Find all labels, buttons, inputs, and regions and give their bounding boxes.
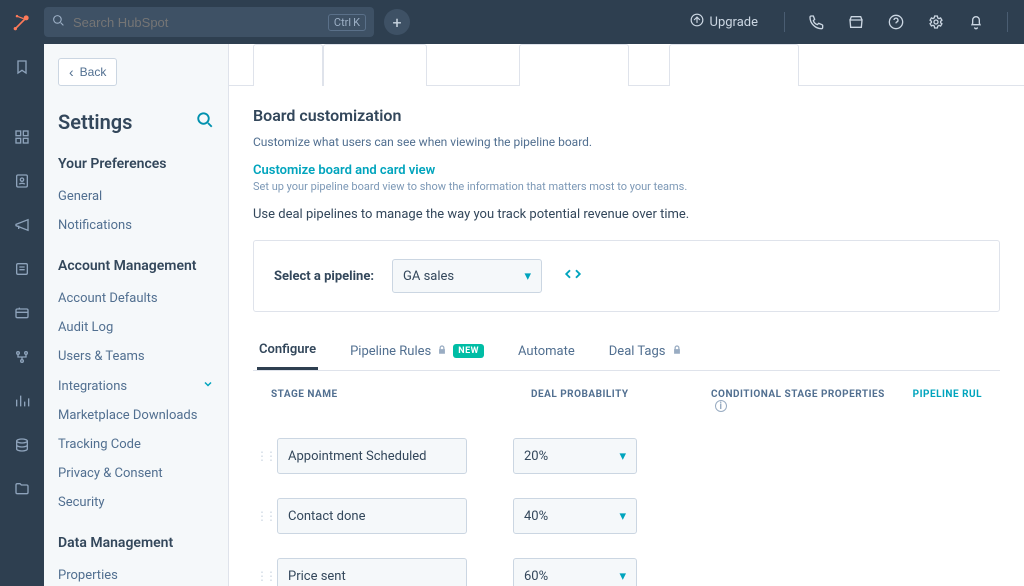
sidebar-item[interactable]: Tracking Code	[58, 430, 214, 459]
divider	[784, 12, 785, 32]
upgrade-link[interactable]: Upgrade	[680, 13, 768, 31]
sidebar-item[interactable]: Marketplace Downloads	[58, 401, 214, 430]
back-button[interactable]: Back	[58, 58, 117, 86]
breadcrumb-tabs-placeholder	[229, 44, 1024, 86]
create-button[interactable]: +	[384, 9, 410, 35]
info-icon[interactable]: i	[715, 400, 727, 412]
board-customization-desc: Customize what users can see when viewin…	[253, 135, 1000, 149]
col-conditional-props: CONDITIONAL STAGE PROPERTIESi	[711, 389, 891, 412]
pipeline-select-label: Select a pipeline:	[274, 269, 374, 284]
stage-row: ⋮⋮Appointment Scheduled 20%	[253, 426, 1000, 486]
data-icon[interactable]	[7, 430, 37, 460]
lock-icon	[437, 345, 447, 358]
stage-name-input[interactable]: Price sent	[277, 558, 467, 586]
search-input[interactable]	[73, 15, 320, 30]
deal-probability-select[interactable]: 40%	[513, 498, 637, 534]
icon-rail	[0, 44, 44, 586]
table-header: STAGE NAME DEAL PROBABILITY CONDITIONAL …	[253, 375, 1000, 426]
settings-title: Settings	[58, 110, 132, 134]
bookmark-icon[interactable]	[7, 52, 37, 82]
upgrade-icon	[690, 13, 704, 31]
commerce-icon[interactable]	[7, 298, 37, 328]
contacts-icon[interactable]	[7, 166, 37, 196]
marketplace-icon[interactable]	[841, 7, 871, 37]
settings-search-icon[interactable]	[196, 111, 214, 133]
sidebar-section-heading: Data Management	[58, 535, 214, 551]
notifications-bell-icon[interactable]	[961, 7, 991, 37]
chevron-down-icon	[524, 269, 531, 284]
stage-name-input[interactable]: Appointment Scheduled	[277, 438, 467, 474]
stage-row: ⋮⋮Price sent 60%	[253, 546, 1000, 586]
sidebar-item[interactable]: Audit Log	[58, 313, 214, 342]
sidebar-item[interactable]: Notifications	[58, 211, 214, 240]
divider	[1007, 12, 1008, 32]
search-icon	[52, 14, 65, 31]
drag-handle-icon[interactable]: ⋮⋮	[253, 569, 277, 583]
tab-deal-tags[interactable]: Deal Tags	[607, 332, 684, 370]
tab-pipeline-rules[interactable]: Pipeline Rules NEW	[348, 332, 486, 370]
top-bar: CtrlK + Upgrade	[0, 0, 1024, 44]
global-search[interactable]: CtrlK	[44, 7, 374, 37]
automation-icon[interactable]	[7, 342, 37, 372]
sidebar-item[interactable]: Privacy & Consent	[58, 459, 214, 488]
sidebar-item[interactable]: Integrations	[58, 371, 214, 401]
customize-board-sub: Set up your pipeline board view to show …	[253, 180, 1000, 193]
stage-name-input[interactable]: Contact done	[277, 498, 467, 534]
marketing-icon[interactable]	[7, 210, 37, 240]
sidebar-section-heading: Your Preferences	[58, 156, 214, 172]
pipeline-selector-box: Select a pipeline: GA sales	[253, 240, 1000, 312]
deal-probability-select[interactable]: 20%	[513, 438, 637, 474]
main-content: Board customization Customize what users…	[229, 44, 1024, 586]
tab-automate[interactable]: Automate	[516, 332, 577, 370]
phone-icon[interactable]	[801, 7, 831, 37]
chevron-left-icon	[69, 64, 74, 80]
code-icon[interactable]	[560, 261, 586, 291]
pipeline-info-text: Use deal pipelines to manage the way you…	[253, 207, 1000, 222]
col-stage-name: STAGE NAME	[271, 389, 531, 412]
sidebar-item[interactable]: Security	[58, 488, 214, 517]
sidebar-item[interactable]: General	[58, 182, 214, 211]
col-deal-probability: DEAL PROBABILITY	[531, 389, 711, 412]
customize-board-link[interactable]: Customize board and card view	[253, 163, 1000, 178]
stage-row: ⋮⋮Contact done 40%	[253, 486, 1000, 546]
stages-table: STAGE NAME DEAL PROBABILITY CONDITIONAL …	[253, 375, 1000, 586]
sidebar-section-heading: Account Management	[58, 258, 214, 274]
deal-probability-select[interactable]: 60%	[513, 558, 637, 586]
content-icon[interactable]	[7, 254, 37, 284]
board-customization-heading: Board customization	[253, 106, 1000, 125]
chevron-down-icon	[619, 449, 626, 464]
col-pipeline-rules[interactable]: PIPELINE RUL	[891, 389, 982, 412]
hubspot-logo-icon[interactable]	[10, 10, 34, 34]
sidebar-item[interactable]: Properties	[58, 561, 214, 586]
kbd-shortcut: CtrlK	[328, 14, 366, 31]
new-badge: NEW	[453, 344, 484, 358]
sidebar-item[interactable]: Users & Teams	[58, 342, 214, 371]
workspaces-icon[interactable]	[7, 122, 37, 152]
lock-icon	[672, 345, 682, 358]
chevron-down-icon	[202, 378, 214, 394]
settings-sidebar: Back Settings Your Preferences GeneralNot…	[44, 44, 229, 586]
pipeline-select[interactable]: GA sales	[392, 259, 542, 293]
library-icon[interactable]	[7, 474, 37, 504]
chevron-down-icon	[619, 569, 626, 584]
tab-configure[interactable]: Configure	[257, 332, 318, 370]
reporting-icon[interactable]	[7, 386, 37, 416]
drag-handle-icon[interactable]: ⋮⋮	[253, 449, 277, 463]
settings-subtabs: Configure Pipeline Rules NEW Automate De…	[253, 332, 1000, 371]
drag-handle-icon[interactable]: ⋮⋮	[253, 509, 277, 523]
help-icon[interactable]	[881, 7, 911, 37]
sidebar-item[interactable]: Account Defaults	[58, 284, 214, 313]
settings-gear-icon[interactable]	[921, 7, 951, 37]
chevron-down-icon	[619, 509, 626, 524]
